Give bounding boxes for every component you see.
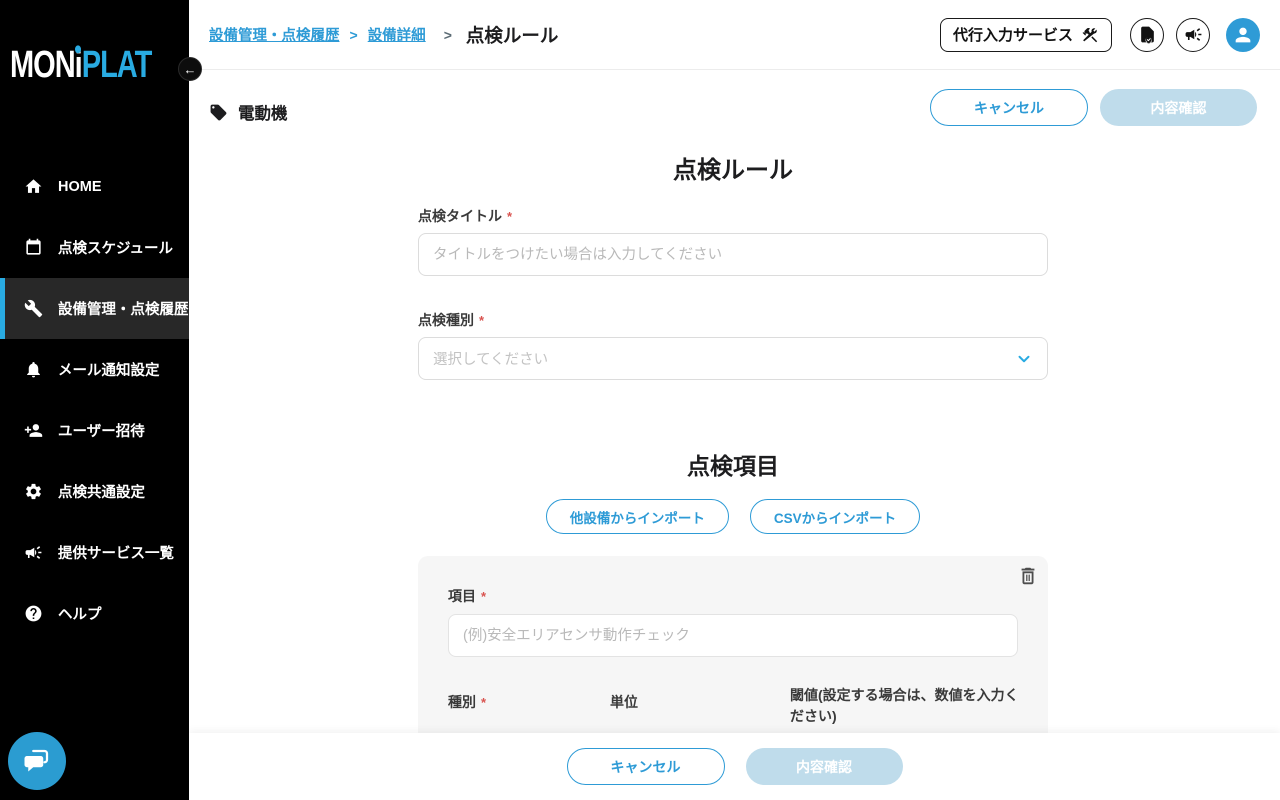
bell-icon	[24, 360, 43, 379]
person-icon	[1232, 24, 1254, 46]
sidebar-nav: HOME 点検スケジュール 設備管理・点検履歴 メール通知設定 ユーザー招待 点…	[0, 156, 189, 644]
required-marker: *	[479, 313, 484, 328]
announcements-button[interactable]	[1176, 18, 1210, 52]
breadcrumb-separator: >	[350, 27, 358, 43]
megaphone-icon	[24, 543, 43, 562]
sidebar-item-home[interactable]: HOME	[0, 156, 189, 217]
item-unit-label: 単位	[610, 692, 638, 712]
sidebar-item-common-settings[interactable]: 点検共通設定	[0, 461, 189, 522]
item-type-label: 種別*	[448, 692, 486, 712]
inspection-rule-form: 点検ルール 点検タイトル* 点検種別* 選択してください 点検項目 他設備からイ…	[418, 70, 1048, 800]
import-from-csv-button[interactable]: CSVからインポート	[750, 499, 920, 534]
logo-part-white: MON	[10, 44, 75, 86]
inspection-title-label: 点検タイトル*	[418, 206, 512, 226]
proxy-input-service-button[interactable]: 代行入力サービス	[940, 18, 1112, 52]
chevron-down-icon	[1015, 350, 1033, 368]
wrench-icon	[24, 299, 43, 318]
equipment-name: 電動機	[238, 100, 288, 124]
sidebar-item-schedule[interactable]: 点検スケジュール	[0, 217, 189, 278]
breadcrumb: 設備管理・点検履歴 > 設備詳細 > 点検ルール	[189, 22, 558, 48]
select-placeholder: 選択してください	[433, 348, 1015, 369]
breadcrumb-separator: >	[444, 27, 452, 43]
item-name-input[interactable]	[448, 614, 1018, 657]
sidebar-item-label: 設備管理・点検履歴	[58, 298, 189, 319]
sidebar-item-mail-settings[interactable]: メール通知設定	[0, 339, 189, 400]
sidebar-item-label: メール通知設定	[58, 359, 160, 380]
megaphone-icon	[1184, 25, 1203, 44]
import-from-equipment-button[interactable]: 他設備からインポート	[546, 499, 729, 534]
sidebar-item-services[interactable]: 提供サービス一覧	[0, 522, 189, 583]
cancel-button-bottom[interactable]: キャンセル	[567, 748, 725, 785]
tag-icon	[209, 103, 228, 122]
gear-icon	[24, 482, 43, 501]
item-label: 項目*	[448, 586, 486, 606]
inspection-title-input[interactable]	[418, 233, 1048, 276]
moniplat-logo: MONiPLAT	[10, 44, 180, 88]
confirm-button-top[interactable]: 内容確認	[1100, 89, 1257, 126]
topbar-actions: 代行入力サービス	[940, 18, 1280, 52]
user-plus-icon	[24, 421, 43, 440]
items-section-title: 点検項目	[418, 447, 1048, 481]
proxy-button-label: 代行入力サービス	[953, 24, 1073, 45]
calendar-icon	[24, 238, 43, 257]
delete-item-button[interactable]	[1017, 565, 1039, 587]
sidebar-item-label: HOME	[58, 179, 102, 195]
sidebar-item-help[interactable]: ヘルプ	[0, 583, 189, 644]
breadcrumb-current-page: 点検ルール	[466, 22, 559, 48]
bottom-action-bar: キャンセル 内容確認	[189, 733, 1280, 800]
topbar: 設備管理・点検履歴 > 設備詳細 > 点検ルール 代行入力サービス	[189, 0, 1280, 70]
arrow-left-icon: ←	[184, 62, 197, 77]
sidebar-item-label: 点検共通設定	[58, 481, 145, 502]
sidebar-item-label: ユーザー招待	[58, 420, 145, 441]
file-check-icon	[1138, 25, 1157, 44]
user-avatar[interactable]	[1226, 18, 1260, 52]
chat-widget-button[interactable]	[8, 732, 66, 790]
help-icon	[24, 604, 43, 623]
sidebar-item-invite-user[interactable]: ユーザー招待	[0, 400, 189, 461]
chat-bubble-icon	[22, 746, 52, 776]
sidebar-item-label: ヘルプ	[58, 603, 102, 624]
trash-icon	[1017, 565, 1039, 587]
sidebar-item-label: 提供サービス一覧	[58, 542, 174, 563]
required-marker: *	[481, 695, 486, 710]
equipment-header: 電動機	[209, 100, 288, 124]
breadcrumb-link-equipment-detail[interactable]: 設備詳細	[368, 24, 426, 45]
inspection-type-select[interactable]: 選択してください	[418, 337, 1048, 380]
breadcrumb-link-equipment-history[interactable]: 設備管理・点検履歴	[209, 24, 340, 45]
required-marker: *	[507, 209, 512, 224]
required-marker: *	[481, 589, 486, 604]
sidebar-collapse-button[interactable]: ←	[178, 57, 202, 81]
confirm-button-bottom[interactable]: 内容確認	[746, 748, 903, 785]
home-icon	[24, 177, 43, 196]
main-content: 電動機 キャンセル 内容確認 点検ルール 点検タイトル* 点検種別* 選択してく…	[189, 70, 1280, 800]
agency-record-button[interactable]	[1130, 18, 1164, 52]
tools-icon	[1081, 26, 1099, 44]
item-threshold-label: 閾値(設定する場合は、数値を入力ください)	[790, 685, 1022, 727]
app-window: MONiPLAT HOME 点検スケジュール 設備管理・点検履歴 メール通知設定…	[0, 0, 1280, 800]
logo-part-accent: PLAT	[82, 44, 152, 86]
sidebar: MONiPLAT HOME 点検スケジュール 設備管理・点検履歴 メール通知設定…	[0, 0, 189, 800]
sidebar-item-equipment-history[interactable]: 設備管理・点検履歴	[0, 278, 189, 339]
import-buttons: 他設備からインポート CSVからインポート	[418, 499, 1048, 534]
logo-part-i: i	[75, 44, 82, 88]
inspection-type-label: 点検種別*	[418, 310, 484, 330]
sidebar-item-label: 点検スケジュール	[58, 237, 173, 258]
form-title: 点検ルール	[418, 150, 1048, 185]
